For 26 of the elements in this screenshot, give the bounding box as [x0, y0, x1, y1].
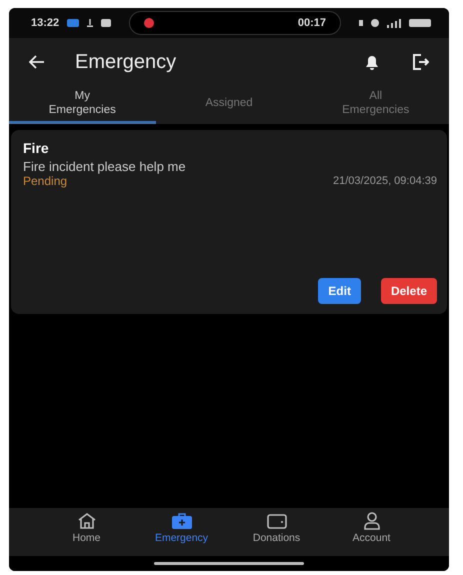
tab[interactable]: All Emergencies	[302, 86, 449, 124]
tab[interactable]: Assigned	[156, 86, 302, 124]
battery-icon	[409, 19, 431, 27]
nav-item[interactable]: Donations	[229, 508, 324, 556]
record-dot-icon	[144, 18, 154, 28]
emergency-description: Fire incident please help me	[23, 159, 187, 174]
bell-icon[interactable]	[363, 53, 381, 71]
logout-icon[interactable]	[411, 53, 429, 71]
status-text: Pending	[23, 174, 68, 188]
back-arrow-icon[interactable]	[29, 55, 45, 69]
delete-button[interactable]: Delete	[380, 278, 437, 304]
nav-item[interactable]: Emergency	[134, 508, 229, 556]
signal-icon	[387, 18, 401, 28]
edit-button[interactable]: Edit	[318, 278, 361, 304]
nav-item[interactable]: Home	[39, 508, 134, 556]
status-time: 13:22	[31, 17, 60, 29]
recording-time: 00:17	[298, 17, 326, 29]
medical-bag-icon	[170, 512, 192, 530]
tab[interactable]: My Emergencies	[9, 86, 156, 124]
home-icon	[76, 512, 96, 530]
person-icon	[362, 512, 382, 530]
nav-item[interactable]: Account	[324, 508, 419, 556]
wallet-icon	[266, 512, 288, 530]
timestamp: 21/03/2025, 09:04:39	[333, 175, 437, 187]
header-title: Emergency	[75, 50, 178, 74]
emergency-title: Fire	[23, 140, 50, 156]
